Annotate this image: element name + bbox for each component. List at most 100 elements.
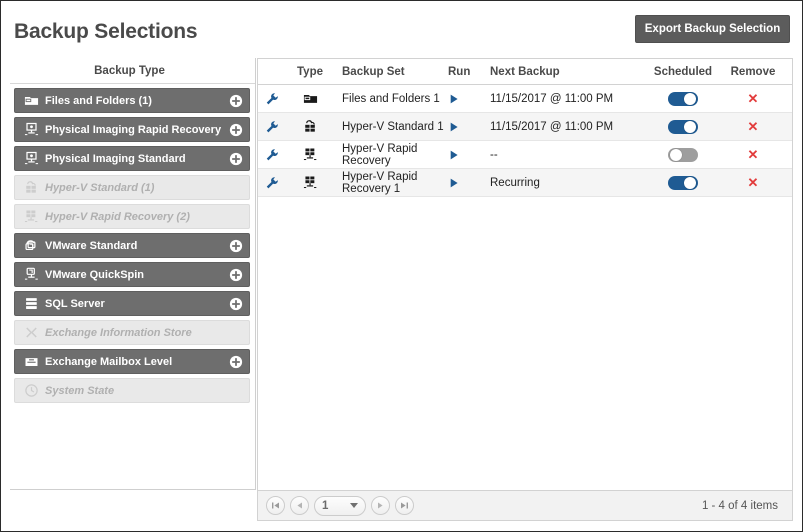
toggle-knob (684, 176, 696, 189)
next-page-button[interactable] (371, 496, 390, 515)
play-icon (450, 150, 458, 159)
add-backup-set-button[interactable] (229, 94, 243, 108)
remove-cell: ✕ (724, 176, 782, 189)
page-number-select[interactable]: 1 (314, 495, 366, 516)
backup-type-cell (286, 119, 334, 134)
clock-icon (24, 384, 38, 397)
backup-type-label: VMware Standard (45, 239, 138, 252)
first-page-icon (272, 502, 279, 509)
page-title: Backup Selections (14, 20, 198, 43)
server-monitor-icon (24, 151, 38, 165)
edit-backup-set-button[interactable] (258, 92, 286, 106)
backup-type-list: Files and Folders (1) Physical Imaging Ra… (10, 84, 255, 403)
backup-type-item: Hyper-V Rapid Recovery (2) (14, 204, 250, 229)
backup-type-item[interactable]: Physical Imaging Rapid Recovery (14, 117, 250, 142)
add-backup-set-button[interactable] (229, 268, 243, 282)
toggle-knob (684, 120, 696, 133)
add-backup-set-button[interactable] (229, 297, 243, 311)
hyperv-rapid-icon (303, 176, 316, 189)
backup-type-item[interactable]: SQL Server (14, 291, 250, 316)
grid-header-backup-set: Backup Set (342, 65, 405, 78)
edit-backup-set-button[interactable] (258, 148, 286, 162)
vmware-quickspin-icon (24, 267, 38, 280)
scheduled-toggle[interactable] (668, 147, 698, 162)
remove-backup-set-button[interactable]: ✕ (748, 120, 759, 133)
backup-type-item: System State (14, 378, 250, 403)
scheduled-toggle[interactable] (668, 175, 698, 190)
backup-type-item: Exchange Information Store (14, 320, 250, 345)
add-backup-set-button[interactable] (229, 239, 243, 253)
scheduled-toggle[interactable] (668, 91, 698, 106)
database-icon-wrap (19, 296, 43, 311)
remove-backup-set-button[interactable]: ✕ (748, 148, 759, 161)
backup-set-name: Hyper-V Rapid Recovery 1 (342, 170, 418, 195)
backup-type-item: Hyper-V Standard (1) (14, 175, 250, 200)
backup-type-panel: Backup Type Files and Folders (1) Physica… (10, 58, 256, 490)
backup-type-label: SQL Server (45, 297, 105, 310)
export-backup-selection-button[interactable]: Export Backup Selection (635, 15, 790, 43)
edit-backup-set-button[interactable] (258, 120, 286, 134)
backup-type-cell (286, 147, 334, 162)
play-icon (450, 94, 458, 103)
add-backup-set-button[interactable] (229, 123, 243, 137)
scheduled-toggle[interactable] (668, 119, 698, 134)
run-backup-button[interactable] (448, 177, 490, 189)
table-row: Hyper-V Rapid Recovery -- ✕ (258, 141, 792, 169)
backup-type-label: Physical Imaging Rapid Recovery (45, 123, 222, 136)
hyperv-rapid-icon-wrap (19, 209, 43, 224)
clock-icon-wrap (19, 383, 43, 398)
remove-cell: ✕ (724, 148, 782, 161)
table-row: Files and Folders 1 11/15/2017 @ 11:00 PM… (258, 85, 792, 113)
server-monitor-icon-wrap (19, 122, 43, 137)
run-backup-button[interactable] (448, 149, 490, 161)
backup-type-item[interactable]: VMware Standard (14, 233, 250, 258)
backup-type-label: Exchange Mailbox Level (45, 355, 173, 368)
run-backup-button[interactable] (448, 93, 490, 105)
grid-body: Files and Folders 1 11/15/2017 @ 11:00 PM… (258, 85, 792, 490)
pagination-bar: 1 1 - 4 of 4 items (258, 490, 792, 520)
scheduled-cell (642, 175, 724, 190)
backup-type-item[interactable]: Physical Imaging Standard (14, 146, 250, 171)
backup-type-item[interactable]: VMware QuickSpin (14, 262, 250, 287)
backup-type-header: Backup Type (10, 58, 255, 84)
backup-type-item[interactable]: Files and Folders (1) (14, 88, 250, 113)
backup-set-name: Files and Folders 1 (342, 92, 440, 105)
mailbox-icon-wrap (19, 354, 43, 369)
next-backup-value: -- (490, 148, 498, 161)
chevron-down-icon (350, 503, 358, 508)
remove-backup-set-button[interactable]: ✕ (748, 176, 759, 189)
next-page-icon (378, 502, 383, 509)
edit-backup-set-button[interactable] (258, 176, 286, 190)
backup-type-label: Physical Imaging Standard (45, 152, 186, 165)
prev-page-button[interactable] (290, 496, 309, 515)
remove-backup-set-button[interactable]: ✕ (748, 92, 759, 105)
wrench-icon (266, 92, 278, 104)
next-backup-value: Recurring (490, 176, 540, 189)
add-backup-set-button[interactable] (229, 355, 243, 369)
mailbox-icon (25, 358, 37, 366)
plus-circle-icon (229, 152, 243, 165)
backup-type-item[interactable]: Exchange Mailbox Level (14, 349, 250, 374)
add-backup-set-button[interactable] (229, 152, 243, 166)
prev-page-icon (297, 502, 302, 509)
hyperv-rapid-icon (24, 210, 37, 223)
hyperv-standard-icon (25, 181, 36, 193)
wrench-icon (266, 148, 278, 160)
run-backup-button[interactable] (448, 121, 490, 133)
pagination-info: 1 - 4 of 4 items (701, 499, 778, 512)
backup-type-label: Hyper-V Standard (1) (45, 181, 155, 194)
exchange-icon (25, 327, 37, 338)
backup-type-label: System State (45, 384, 115, 397)
table-row: Hyper-V Rapid Recovery 1 Recurring ✕ (258, 169, 792, 197)
vmware-quickspin-icon-wrap (19, 267, 43, 282)
remove-cell: ✕ (724, 92, 782, 105)
next-backup-value: 11/15/2017 @ 11:00 PM (490, 120, 614, 133)
last-page-button[interactable] (395, 496, 414, 515)
plus-circle-icon (229, 297, 243, 310)
grid-header-remove: Remove (730, 65, 776, 78)
folder-icon (303, 94, 317, 103)
backup-type-label: Exchange Information Store (45, 326, 192, 339)
toggle-knob (670, 148, 682, 161)
folder-icon-wrap (19, 93, 43, 108)
first-page-button[interactable] (266, 496, 285, 515)
